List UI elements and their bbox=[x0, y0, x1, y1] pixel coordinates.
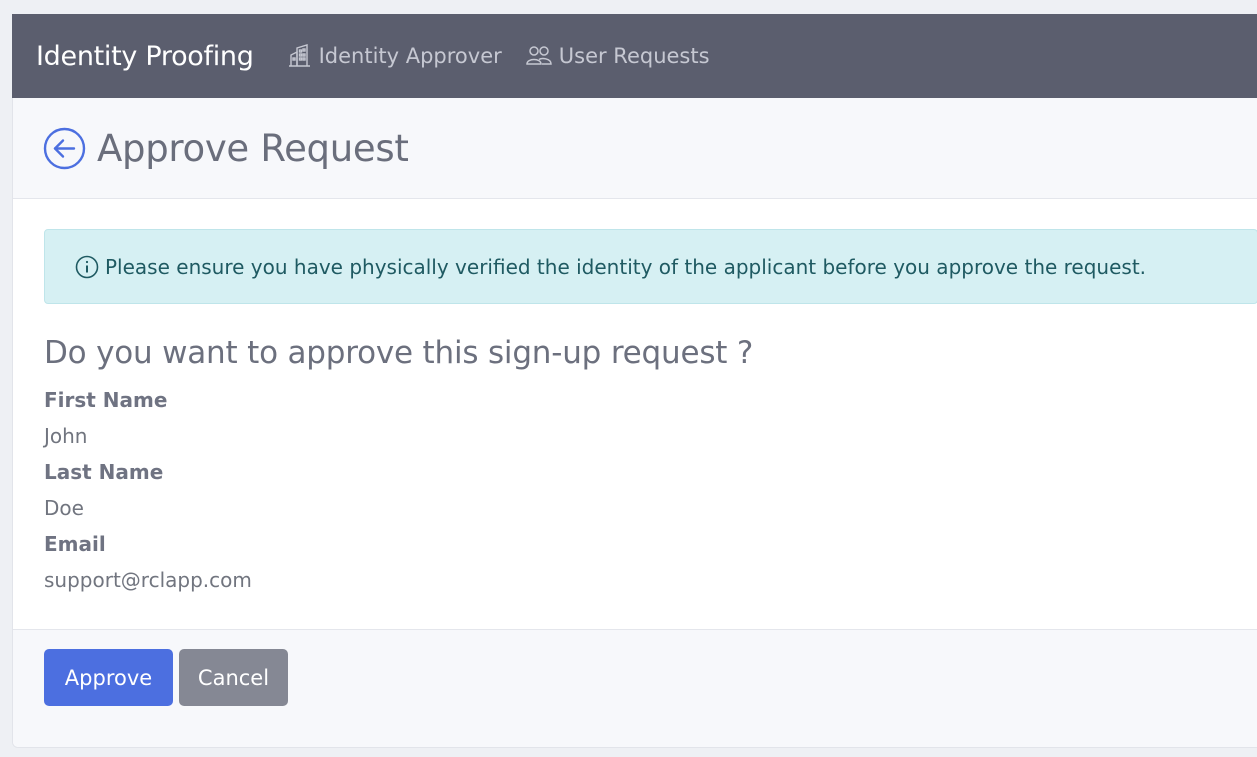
last-name-label: Last Name bbox=[44, 460, 164, 484]
nav-link-label: Identity Approver bbox=[318, 44, 502, 68]
top-navbar: Identity Proofing Identity Approver User… bbox=[12, 14, 1257, 98]
brand-title[interactable]: Identity Proofing bbox=[36, 41, 254, 72]
nav-link-user-requests[interactable]: User Requests bbox=[526, 44, 710, 68]
email-value: support@rclapp.com bbox=[44, 568, 252, 592]
nav-link-label: User Requests bbox=[558, 44, 710, 68]
approve-request-card: Approve Request Please ensure you have p… bbox=[12, 98, 1257, 748]
approve-button[interactable]: Approve bbox=[44, 649, 173, 706]
card-header: Approve Request bbox=[13, 98, 1257, 199]
last-name-value: Doe bbox=[44, 496, 84, 520]
back-button[interactable] bbox=[43, 127, 86, 170]
card-footer: Approve Cancel bbox=[13, 629, 1257, 747]
arrow-left-circle-icon bbox=[43, 127, 86, 169]
card-body: Please ensure you have physically verifi… bbox=[13, 199, 1257, 592]
people-icon bbox=[526, 46, 552, 65]
cancel-button[interactable]: Cancel bbox=[179, 649, 288, 706]
first-name-value: John bbox=[44, 424, 88, 448]
confirmation-question: Do you want to approve this sign-up requ… bbox=[44, 335, 754, 371]
page-title: Approve Request bbox=[97, 126, 409, 170]
email-label: Email bbox=[44, 532, 106, 556]
building-icon bbox=[288, 44, 310, 67]
nav-link-identity-approver[interactable]: Identity Approver bbox=[288, 44, 502, 68]
alert-text: Please ensure you have physically verifi… bbox=[105, 254, 1147, 279]
first-name-label: First Name bbox=[44, 388, 168, 412]
info-circle-icon bbox=[75, 255, 99, 278]
info-alert: Please ensure you have physically verifi… bbox=[44, 229, 1257, 304]
